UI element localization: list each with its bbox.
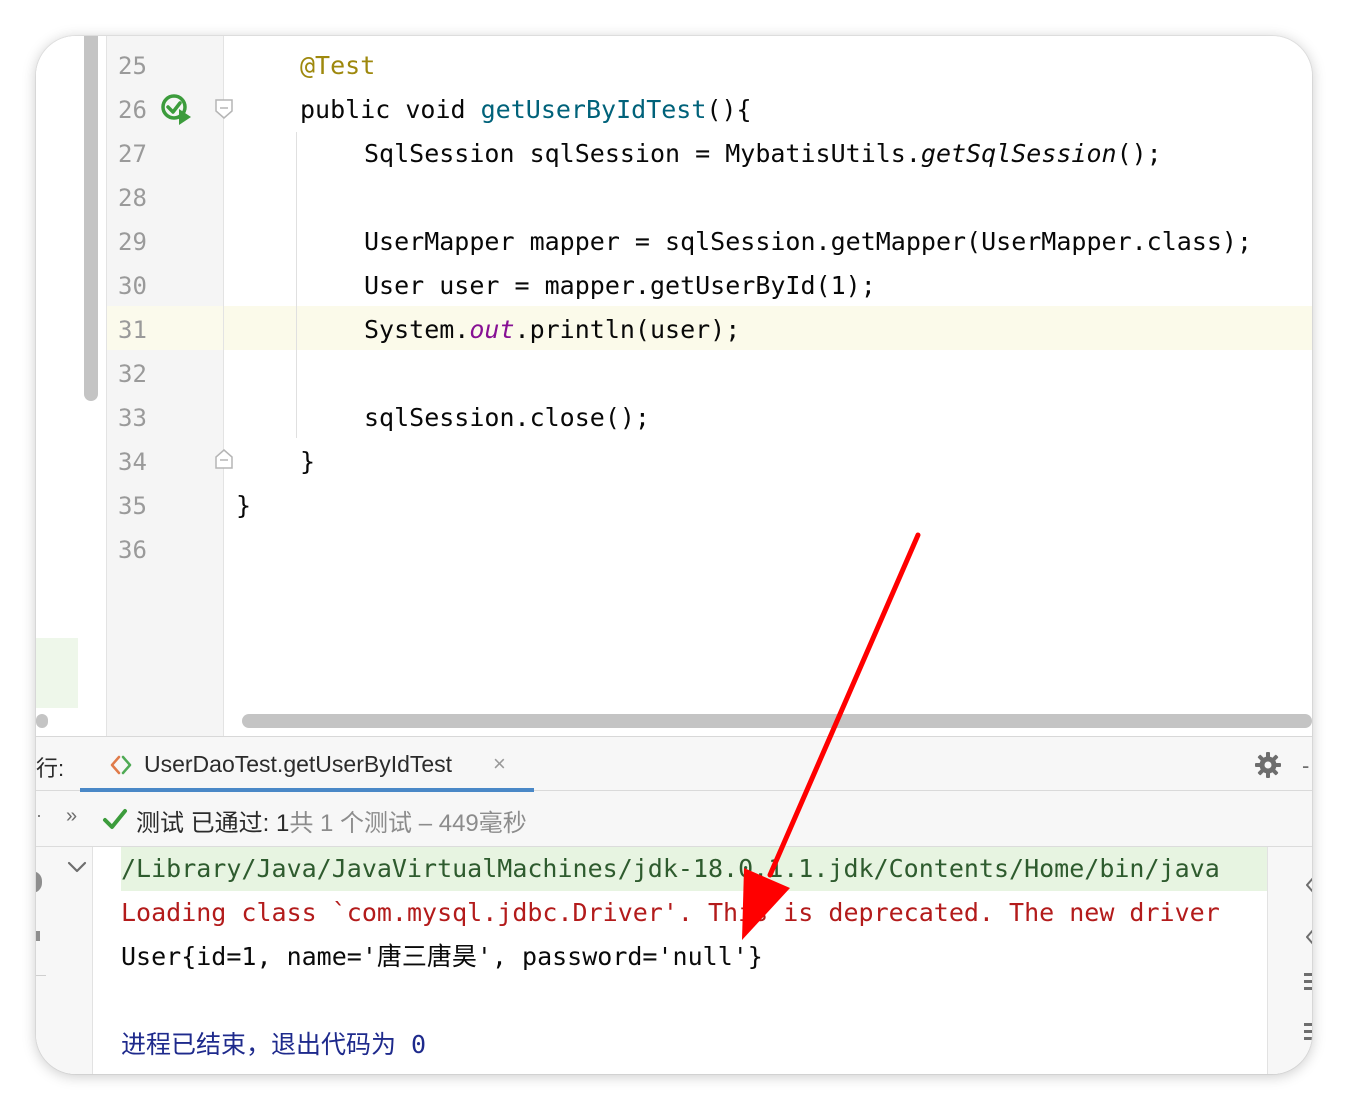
line-number: 28 <box>118 184 147 212</box>
code-editor[interactable]: 25 @Test 26 public void getUserByIdTest(… <box>36 36 1312 736</box>
code-line[interactable]: 25 @Test <box>36 44 1312 88</box>
code-line[interactable]: 35 } <box>36 484 1312 528</box>
scroll-down-icon[interactable] <box>1306 927 1312 947</box>
console-output[interactable]: /Library/Java/JavaVirtualMachines/jdk-18… <box>92 847 1268 1074</box>
fold-end-icon[interactable] <box>214 448 234 470</box>
code-line[interactable]: 30 User user = mapper.getUserById(1); <box>36 264 1312 308</box>
expand-icon[interactable]: » <box>66 805 77 828</box>
soft-wrap-icon[interactable] <box>1304 1023 1312 1045</box>
code-text: User user = mapper.getUserById(1); <box>364 271 876 300</box>
code-text: System.out.println(user); <box>364 315 741 344</box>
code-line[interactable]: 29 UserMapper mapper = sqlSession.getMap… <box>36 220 1312 264</box>
test-result-summary: 测试 已通过: 1共 1 个测试 – 449毫秒 <box>136 803 527 838</box>
tab-run-configuration[interactable]: UserDaoTest.getUserByIdTest × <box>80 737 534 792</box>
fold-icon[interactable] <box>214 98 234 120</box>
code-text: UserMapper mapper = sqlSession.getMapper… <box>364 227 1253 256</box>
scroll-up-icon[interactable] <box>1306 875 1312 895</box>
code-text: SqlSession sqlSession = MybatisUtils.get… <box>364 139 1162 168</box>
tree-separator <box>36 975 46 976</box>
code-line[interactable]: 33 sqlSession.close(); <box>36 396 1312 440</box>
line-number: 36 <box>118 536 147 564</box>
close-icon[interactable]: × <box>493 751 506 777</box>
console-warning-line: Loading class `com.mysql.jdbc.Driver'. T… <box>121 898 1220 927</box>
line-number: 35 <box>118 492 147 520</box>
code-line-current[interactable]: 31 System.out.println(user); <box>36 308 1312 352</box>
scroll-bars-icon[interactable] <box>1304 973 1312 995</box>
check-icon <box>103 809 127 829</box>
line-number: 26 <box>118 96 147 124</box>
code-text: } <box>300 447 316 476</box>
code-text: @Test <box>300 51 376 80</box>
test-status-bar: · » 测试 已通过: 1共 1 个测试 – 449毫秒 <box>36 791 1312 847</box>
run-tool-window: 行: UserDaoTest.getUserByIdTest × - · » 测… <box>36 736 1312 1074</box>
line-number: 29 <box>118 228 147 256</box>
chevron-tab-icon <box>110 755 132 775</box>
line-number: 32 <box>118 360 147 388</box>
line-number: 33 <box>118 404 147 432</box>
status-detail: 共 1 个测试 – 449毫秒 <box>289 810 527 837</box>
line-number: 31 <box>118 316 147 344</box>
code-line[interactable]: 36 <box>36 528 1312 572</box>
console-command-line: /Library/Java/JavaVirtualMachines/jdk-18… <box>121 847 1267 891</box>
code-text: public void getUserByIdTest(){ <box>300 95 752 124</box>
status-passed: 测试 已通过: 1 <box>136 810 290 837</box>
tree-node-indicator <box>36 871 42 893</box>
run-tab-bar: 行: UserDaoTest.getUserByIdTest × - <box>36 737 1312 792</box>
tree-tick <box>36 931 40 941</box>
code-line[interactable]: 32 <box>36 352 1312 396</box>
code-line[interactable]: 28 <box>36 176 1312 220</box>
tool-strip-highlight <box>36 638 78 708</box>
ide-window: 25 @Test 26 public void getUserByIdTest(… <box>36 36 1312 1074</box>
run-test-icon[interactable] <box>161 94 193 126</box>
fold-down-icon[interactable] <box>66 859 88 875</box>
code-line[interactable]: 27 SqlSession sqlSession = MybatisUtils.… <box>36 132 1312 176</box>
console-exit-line: 进程已结束，退出代码为 0 <box>121 1030 427 1059</box>
code-text: sqlSession.close(); <box>364 403 650 432</box>
minimize-icon[interactable]: - <box>1302 753 1309 779</box>
console-toolbar <box>1268 847 1312 1074</box>
run-label: 行: <box>36 756 65 781</box>
line-number: 34 <box>118 448 147 476</box>
line-number: 30 <box>118 272 147 300</box>
console-output-line: User{id=1, name='唐三唐昊', password='null'} <box>121 942 763 971</box>
editor-horizontal-scrollbar[interactable] <box>242 714 1312 728</box>
project-horizontal-scrollbar[interactable] <box>36 714 48 728</box>
test-tree-column <box>36 847 92 1074</box>
line-number: 27 <box>118 140 147 168</box>
status-side-mark: · <box>36 805 42 825</box>
tab-title: UserDaoTest.getUserByIdTest <box>144 751 453 777</box>
line-number: 25 <box>118 52 147 80</box>
code-text: } <box>236 491 252 520</box>
gear-icon[interactable] <box>1254 751 1282 779</box>
